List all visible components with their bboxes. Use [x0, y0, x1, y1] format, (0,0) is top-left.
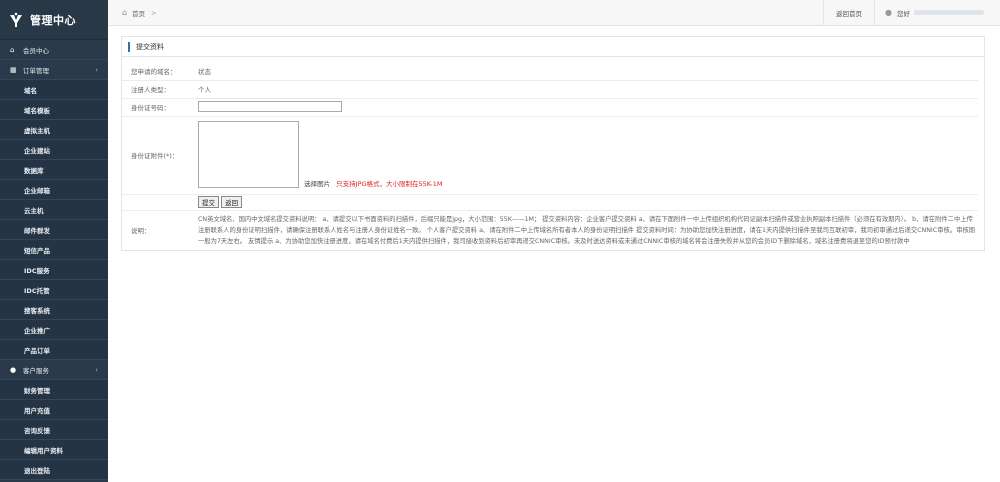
upload-hint: 只支持JPG格式，大小限制在55K-1M — [336, 179, 443, 188]
sidebar-item[interactable]: 企业建站 — [0, 140, 108, 160]
chevron-right-icon: › — [95, 65, 98, 74]
chevron-right-icon: › — [95, 365, 98, 374]
sidebar-item-label: 企业建站 — [24, 146, 50, 155]
notes-label: 说明： — [131, 227, 151, 235]
grid-icon: ▦ — [10, 65, 17, 74]
sidebar-item[interactable]: IDC服务 — [0, 260, 108, 280]
sidebar-item-label: 短信产品 — [24, 246, 50, 255]
form-row-attachment: 身份证附件(*)： 选择图片 只支持JPG格式，大小限制在55K-1M — [122, 116, 978, 195]
home-icon: ⌂ — [10, 45, 15, 54]
sidebar-item-label: IDC托管 — [24, 286, 50, 295]
sidebar-item-label: 数据库 — [24, 166, 44, 175]
image-preview-box[interactable] — [198, 120, 299, 188]
sidebar-item-label: 产品订单 — [24, 346, 50, 355]
domain-value: 状态 — [192, 62, 978, 81]
sidebar-item[interactable]: ▦ 订单管理 › — [0, 60, 108, 80]
materials-form: 您申请的域名： 状态 注册人类型： 个人 身份证号码： 身份证附件(*)： 选择… — [122, 62, 978, 250]
sidebar-item-label: 域名 — [24, 86, 37, 95]
submit-button[interactable]: 提交 — [198, 196, 219, 208]
form-row-domain: 您申请的域名： 状态 — [122, 62, 978, 81]
masked-username — [913, 10, 984, 15]
notes-text: CN英文域名、国内中文域名提交资料说明： a、请提交以下书面资料的扫描件，后缀只… — [198, 215, 975, 245]
breadcrumb: ⌂ 首页 > — [108, 8, 823, 18]
panel-title: 提交资料 — [136, 42, 164, 51]
form-row-idno: 身份证号码： — [122, 98, 978, 117]
breadcrumb-home[interactable]: 首页 — [132, 8, 145, 18]
panel-title-accent — [128, 41, 130, 52]
sidebar-item-label: 咨询反馈 — [24, 426, 50, 435]
sidebar-item-label: 编辑用户资料 — [24, 446, 63, 455]
registrant-type-value: 个人 — [192, 80, 978, 99]
sidebar-item-label: 用户充值 — [24, 406, 50, 415]
back-home-link[interactable]: 返回首页 — [823, 0, 874, 26]
submit-materials-panel: 提交资料 您申请的域名： 状态 注册人类型： 个人 身份证号码： 身份证附件(*… — [121, 36, 985, 251]
domain-label: 您申请的域名： — [122, 62, 192, 81]
user-icon: ● — [885, 8, 892, 17]
home-icon[interactable]: ⌂ — [122, 8, 127, 17]
sidebar-item[interactable]: 退出登陆 — [0, 460, 108, 480]
user-greeting: 您好 — [896, 9, 910, 18]
attachment-cell: 选择图片 只支持JPG格式，大小限制在55K-1M — [192, 116, 978, 195]
sidebar-item[interactable]: 域名模板 — [0, 100, 108, 120]
breadcrumb-separator: > — [151, 8, 157, 17]
id-number-input[interactable] — [198, 101, 342, 112]
panel-body: 您申请的域名： 状态 注册人类型： 个人 身份证号码： 身份证附件(*)： 选择… — [122, 57, 984, 250]
sidebar-item-label: IDC服务 — [24, 266, 50, 275]
sidebar: 管理中心 ⌂ 会员中心 ▦ 订单管理 › 域名域名模板虚拟主机企业建站数据库企业邮箱云主机… — [0, 0, 108, 482]
sidebar-item[interactable]: 云主机 — [0, 200, 108, 220]
sidebar-item[interactable]: ⌂ 会员中心 — [0, 40, 108, 60]
id-number-label: 身份证号码： — [122, 98, 192, 117]
actions-cell: 提交 返回 — [192, 194, 978, 211]
sidebar-item[interactable]: 域名 — [0, 80, 108, 100]
registrant-type-label: 注册人类型： — [122, 80, 192, 99]
select-image-button[interactable]: 选择图片 — [304, 180, 330, 188]
sidebar-item[interactable]: 编辑用户资料 — [0, 440, 108, 460]
back-button[interactable]: 返回 — [221, 196, 243, 208]
user-icon: ● — [10, 365, 17, 374]
sidebar-item-label: 财务管理 — [24, 386, 50, 395]
sidebar-item-label: 邮件群发 — [24, 226, 50, 235]
sidebar-item[interactable]: 财务管理 — [0, 380, 108, 400]
sidebar-item-label: 退出登陆 — [24, 466, 50, 475]
form-row-registrant: 注册人类型： 个人 — [122, 80, 978, 99]
sidebar-item-label: 虚拟主机 — [24, 126, 50, 135]
sidebar-item-label: 企业推广 — [24, 326, 50, 335]
attachment-label: 身份证附件(*)： — [122, 116, 192, 195]
sidebar-item-label: 云主机 — [24, 206, 44, 215]
id-number-cell — [192, 98, 978, 117]
sidebar-item-label: 搜客系统 — [24, 306, 50, 315]
sidebar-item[interactable]: 邮件群发 — [0, 220, 108, 240]
sidebar-item[interactable]: 产品订单 — [0, 340, 108, 360]
sidebar-item-label: 会员中心 — [23, 46, 49, 55]
sidebar-item[interactable]: 搜客系统 — [0, 300, 108, 320]
sidebar-item[interactable]: 短信产品 — [0, 240, 108, 260]
top-bar: ⌂ 首页 > 返回首页 ● 您好 — [108, 0, 1000, 26]
sidebar-item[interactable]: 企业推广 — [0, 320, 108, 340]
sidebar-item[interactable]: 虚拟主机 — [0, 120, 108, 140]
form-row-actions: 提交 返回 — [122, 194, 978, 211]
sidebar-item-label: 客户服务 — [23, 366, 49, 375]
sidebar-item[interactable]: 数据库 — [0, 160, 108, 180]
logo-icon — [10, 12, 22, 27]
panel-header: 提交资料 — [122, 37, 984, 57]
sidebar-item[interactable]: 咨询反馈 — [0, 420, 108, 440]
sidebar-item[interactable]: IDC托管 — [0, 280, 108, 300]
sidebar-item-label: 域名模板 — [24, 106, 50, 115]
sidebar-title: 管理中心 — [30, 13, 76, 27]
sidebar-item[interactable]: 用户充值 — [0, 400, 108, 420]
sidebar-nav: ⌂ 会员中心 ▦ 订单管理 › 域名域名模板虚拟主机企业建站数据库企业邮箱云主机邮件群发短… — [0, 40, 108, 480]
logo[interactable]: 管理中心 — [0, 0, 108, 40]
sidebar-item[interactable]: ● 客户服务 › — [0, 360, 108, 380]
actions-label-cell — [122, 194, 192, 211]
sidebar-item-label: 订单管理 — [23, 66, 49, 75]
user-menu[interactable]: ● 您好 — [874, 0, 1000, 26]
form-row-notes: 说明： CN英文域名、国内中文域名提交资料说明： a、请提交以下书面资料的扫描件… — [122, 210, 978, 250]
sidebar-item[interactable]: 企业邮箱 — [0, 180, 108, 200]
sidebar-item-label: 企业邮箱 — [24, 186, 50, 195]
